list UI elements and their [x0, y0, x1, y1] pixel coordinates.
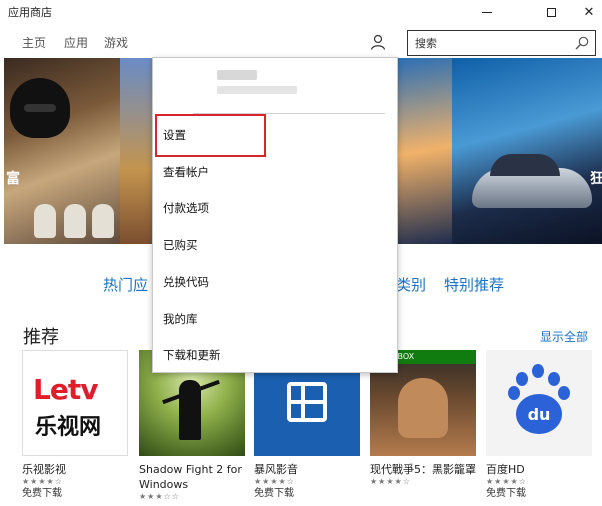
hero-image-racing: 狂 — [452, 58, 602, 244]
minimize-button[interactable] — [464, 0, 510, 24]
shadow-figure — [179, 380, 201, 440]
app-price: 免费下载 — [254, 488, 294, 499]
rating-stars: ★★★★☆ — [486, 477, 527, 486]
app-price: 免费下载 — [22, 488, 62, 499]
user-icon[interactable] — [370, 34, 386, 50]
paw-toe — [548, 372, 560, 386]
app-name: 百度HD — [486, 463, 525, 476]
app-name: Shadow Fight 2 for Windows — [139, 463, 242, 491]
nav-bar: 主页 应用 游戏 — [0, 24, 602, 58]
title-bar: 应用商店 ✕ — [0, 0, 602, 24]
app-tile-baidu: du — [486, 350, 592, 456]
app-tile-letv: Letv 乐视网 — [22, 350, 128, 456]
hero-image-woman — [396, 58, 452, 244]
app-price: 免费下载 — [486, 488, 526, 499]
trooper-figure — [92, 204, 114, 238]
rating-stars: ★★★★☆ — [370, 477, 411, 486]
menu-item-purchased[interactable]: 已购买 — [153, 227, 397, 263]
nav-apps[interactable]: 应用 — [64, 34, 88, 51]
rating-stars: ★★★★☆ — [22, 477, 63, 486]
app-name: 乐视影视 — [22, 463, 66, 476]
search-icon[interactable] — [575, 36, 589, 50]
hero-text-left: 富 — [6, 171, 20, 187]
racing-car — [472, 154, 592, 208]
trooper-figure — [34, 204, 56, 238]
rating-stars: ★★★☆☆ — [139, 492, 180, 501]
highlight-box — [155, 114, 266, 157]
menu-item-payment-options[interactable]: 付款选项 — [153, 190, 397, 226]
menu-item-downloads-updates[interactable]: 下载和更新 — [153, 337, 397, 373]
category-hot-link[interactable]: 热门应 — [103, 274, 148, 295]
show-all-link[interactable]: 显示全部 — [540, 328, 588, 345]
menu-item-my-library[interactable]: 我的库 — [153, 301, 397, 337]
trooper-figure — [64, 204, 86, 238]
app-card[interactable]: Letv 乐视网 乐视影视 ★★★★☆ 免费下载 — [22, 350, 128, 501]
nav-home[interactable]: 主页 — [22, 34, 46, 51]
minimize-icon — [482, 11, 492, 13]
hero-text-right: 狂 — [590, 171, 602, 187]
paw-toe — [508, 386, 520, 400]
category-special-link[interactable]: 特别推荐 — [444, 274, 504, 295]
close-button[interactable]: ✕ — [566, 0, 602, 24]
account-menu: 设置 查看帐户 付款选项 已购买 兑换代码 我的库 下载和更新 — [152, 57, 398, 373]
hero-image-cartoon — [120, 58, 152, 244]
letv-logo-text: Letv — [33, 373, 98, 406]
menu-item-redeem-code[interactable]: 兑换代码 — [153, 264, 397, 300]
menu-item-view-account[interactable]: 查看帐户 — [153, 154, 397, 190]
account-email-blurred — [217, 86, 297, 94]
category-kinds-link[interactable]: 类别 — [396, 274, 426, 295]
soldier-figure — [398, 378, 448, 438]
paw-toe — [532, 364, 544, 378]
account-info[interactable] — [153, 58, 397, 114]
account-name-blurred — [217, 70, 257, 80]
search-box — [407, 30, 596, 56]
app-name: 现代戰爭5：黑影籠罩 — [370, 463, 476, 476]
film-icon — [287, 382, 327, 422]
vader-mask — [10, 78, 70, 138]
letv-logo-subtext: 乐视网 — [35, 415, 102, 440]
section-title: 推荐 — [23, 327, 59, 348]
close-icon: ✕ — [583, 4, 595, 20]
maximize-icon — [546, 7, 556, 17]
baidu-paw-icon: du — [516, 394, 562, 434]
app-card[interactable]: du 百度HD ★★★★☆ 免费下载 — [486, 350, 592, 501]
app-name: 暴风影音 — [254, 463, 298, 476]
paw-toe — [516, 372, 528, 386]
search-input[interactable] — [408, 31, 568, 55]
paw-toe — [558, 386, 570, 400]
rating-stars: ★★★★☆ — [254, 477, 295, 486]
hero-image-starwars: 富 — [4, 58, 120, 244]
nav-games[interactable]: 游戏 — [104, 34, 128, 51]
window-title: 应用商店 — [8, 6, 52, 19]
